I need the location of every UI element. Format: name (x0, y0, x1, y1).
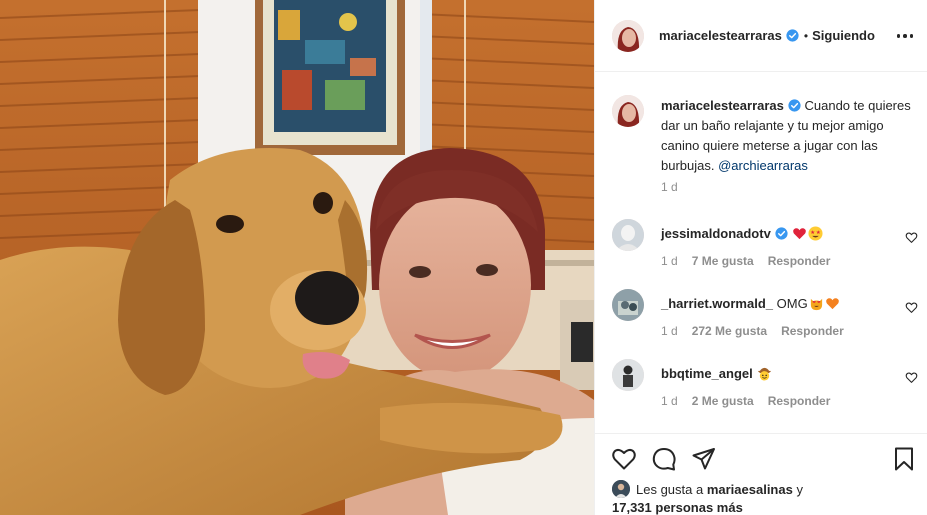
caption-username[interactable]: mariacelestearraras (661, 98, 784, 113)
like-comment-heart-icon[interactable] (905, 371, 918, 384)
post-actions: Les gusta a mariaesalinas y 17,331 perso… (595, 433, 927, 515)
comment-bubble-icon[interactable] (651, 446, 677, 472)
comment-meta: 1 d 2 Me gusta Responder (661, 394, 844, 408)
author-avatar[interactable] (612, 19, 644, 52)
verified-badge-icon (788, 99, 801, 112)
liker-avatar[interactable] (612, 480, 630, 498)
caption-timestamp[interactable]: 1 d (661, 180, 678, 194)
reply-button[interactable]: Responder (768, 254, 831, 268)
comment-likes[interactable]: 2 Me gusta (692, 394, 754, 408)
commenter-avatar[interactable] (612, 289, 644, 321)
comment-text: OMG (776, 296, 808, 311)
post-photo[interactable] (0, 0, 594, 515)
comment-item: _harriet.wormald_ OMG 1 d 272 Me gusta Res… (612, 289, 918, 349)
heart-eyes-cat-emoji-icon (809, 296, 824, 311)
header-separator: • (803, 28, 809, 43)
commenter-avatar[interactable] (612, 219, 644, 251)
comment-meta: 1 d 272 Me gusta Responder (661, 324, 858, 338)
caption-avatar-image (612, 95, 644, 127)
author-username[interactable]: mariacelestearraras (659, 28, 782, 43)
likes-prefix: Les gusta a (636, 482, 707, 497)
star-struck-emoji-icon (808, 226, 823, 241)
commenter-avatar-image (612, 289, 644, 321)
liked-by-username[interactable]: mariaesalinas (707, 482, 793, 497)
liker-avatar-image (612, 480, 630, 498)
comment-likes[interactable]: 7 Me gusta (692, 254, 754, 268)
cowboy-face-emoji-icon (757, 366, 772, 381)
likes-count[interactable]: 17,331 personas más (612, 500, 743, 515)
comment-time[interactable]: 1 d (661, 394, 678, 408)
share-paper-plane-icon[interactable] (691, 446, 717, 472)
commenter-avatar-image (612, 359, 644, 391)
likes-mid: y (792, 482, 803, 497)
like-heart-icon[interactable] (611, 446, 637, 472)
post-sidebar: mariacelestearraras • Siguiendo mariacel… (594, 0, 927, 515)
comment-username[interactable]: _harriet.wormald_ (661, 296, 773, 311)
reply-button[interactable]: Responder (781, 324, 844, 338)
verified-badge-icon (775, 227, 788, 240)
reply-button[interactable]: Responder (768, 394, 831, 408)
like-comment-heart-icon[interactable] (905, 301, 918, 314)
commenter-avatar[interactable] (612, 359, 644, 391)
caption-text: mariacelestearraras Cuando te quieres da… (661, 96, 911, 176)
comment-meta: 1 d 7 Me gusta Responder (661, 254, 844, 268)
comment-item: bbqtime_angel 1 d 2 Me gusta Responder (612, 359, 918, 419)
caption-mention-link[interactable]: @archiearraras (718, 158, 808, 173)
comment-line: jessimaldonadotv (661, 226, 823, 241)
orange-heart-emoji-icon (825, 296, 840, 311)
comments-list[interactable]: mariacelestearraras Cuando te quieres da… (595, 73, 927, 433)
following-button[interactable]: Siguiendo (812, 28, 875, 43)
post-header: mariacelestearraras • Siguiendo (595, 0, 927, 72)
caption-avatar[interactable] (612, 95, 644, 127)
post-image (0, 0, 594, 515)
comment-item: jessimaldonadotv 1 d 7 Me gusta Responder (612, 219, 918, 279)
comment-username[interactable]: bbqtime_angel (661, 366, 753, 381)
save-bookmark-icon[interactable] (891, 446, 917, 472)
likes-summary: Les gusta a mariaesalinas y 17,331 perso… (612, 480, 912, 515)
comment-username[interactable]: jessimaldonadotv (661, 226, 771, 241)
author-avatar-image (612, 19, 644, 52)
like-comment-heart-icon[interactable] (905, 231, 918, 244)
comment-line: _harriet.wormald_ OMG (661, 296, 840, 311)
commenter-avatar-image (612, 219, 644, 251)
more-options-icon[interactable] (894, 26, 916, 46)
verified-badge-icon (786, 29, 799, 42)
comment-time[interactable]: 1 d (661, 254, 678, 268)
comment-line: bbqtime_angel (661, 366, 772, 381)
comment-likes[interactable]: 272 Me gusta (692, 324, 767, 338)
comment-time[interactable]: 1 d (661, 324, 678, 338)
red-heart-emoji-icon (792, 226, 807, 241)
